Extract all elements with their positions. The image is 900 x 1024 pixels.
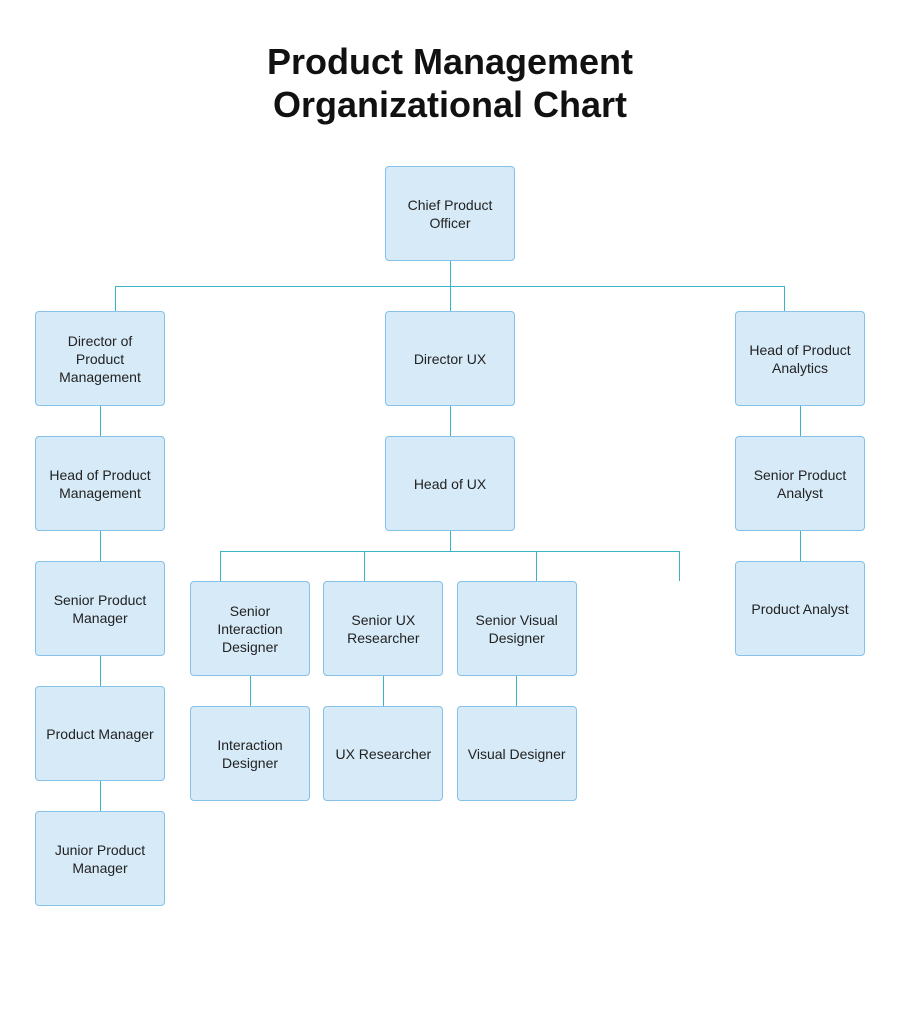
id-node: Interaction Designer (190, 706, 310, 801)
mid-sub-row: Senior Interaction Designer Interaction … (190, 581, 710, 801)
four-branch-connector (190, 531, 710, 581)
four-drop-3 (536, 551, 537, 581)
senior-pm-node: Senior Product Manager (35, 561, 165, 656)
vd-node: Visual Designer (457, 706, 577, 801)
analyst-node: Product Analyst (735, 561, 865, 656)
senior-ux-researcher-node: Senior UX Researcher (323, 581, 443, 676)
left-drop-line (115, 286, 116, 311)
page-title: Product Management Organizational Chart (267, 40, 633, 126)
org-chart: Chief Product Officer Director of Produc… (20, 166, 880, 906)
right-vert-conn-1 (800, 406, 801, 436)
main-columns: Director of Product Management Head of P… (20, 311, 880, 906)
head-ux-node: Head of UX (385, 436, 515, 531)
director-ux-node: Director UX (385, 311, 515, 406)
head-pm-node: Head of Product Management (35, 436, 165, 531)
ux-researcher-node: UX Researcher (323, 706, 443, 801)
top-vert-line (450, 261, 451, 286)
senior-analyst-node: Senior Product Analyst (735, 436, 865, 531)
vert-conn-2 (100, 531, 101, 561)
vert-conn-1 (100, 406, 101, 436)
cpo-column: Chief Product Officer (385, 166, 515, 261)
vd-vert-conn (516, 676, 517, 706)
senior-ux-researcher-column: Senior UX Researcher UX Researcher (323, 581, 443, 801)
three-branch-connector (20, 261, 880, 311)
director-pm-node: Director of Product Management (35, 311, 165, 406)
middle-column: Director UX Head of UX Senior Interactio… (180, 311, 720, 801)
head-analytics-node: Head of Product Analytics (735, 311, 865, 406)
id-vert-conn (250, 676, 251, 706)
cpo-node: Chief Product Officer (385, 166, 515, 261)
senior-vd-node: Senior Visual Designer (457, 581, 577, 676)
left-column: Director of Product Management Head of P… (20, 311, 180, 906)
senior-id-node: Senior Interaction Designer (190, 581, 310, 676)
uxr-vert-conn (383, 676, 384, 706)
right-vert-conn-2 (800, 531, 801, 561)
right-drop-line (784, 286, 785, 311)
four-drop-2 (364, 551, 365, 581)
right-column: Head of Product Analytics Senior Product… (720, 311, 880, 656)
mid-drop-line (450, 286, 451, 311)
senior-id-column: Senior Interaction Designer Interaction … (190, 581, 310, 801)
pm-node: Product Manager (35, 686, 165, 781)
four-top-vert (450, 531, 451, 551)
mid-vert-conn-1 (450, 406, 451, 436)
four-drop-4 (679, 551, 680, 581)
vert-conn-3 (100, 656, 101, 686)
senior-vd-column: Senior Visual Designer Visual Designer (457, 581, 577, 801)
junior-pm-node: Junior Product Manager (35, 811, 165, 906)
four-horiz (220, 551, 680, 552)
four-drop-1 (220, 551, 221, 581)
vert-conn-4 (100, 781, 101, 811)
